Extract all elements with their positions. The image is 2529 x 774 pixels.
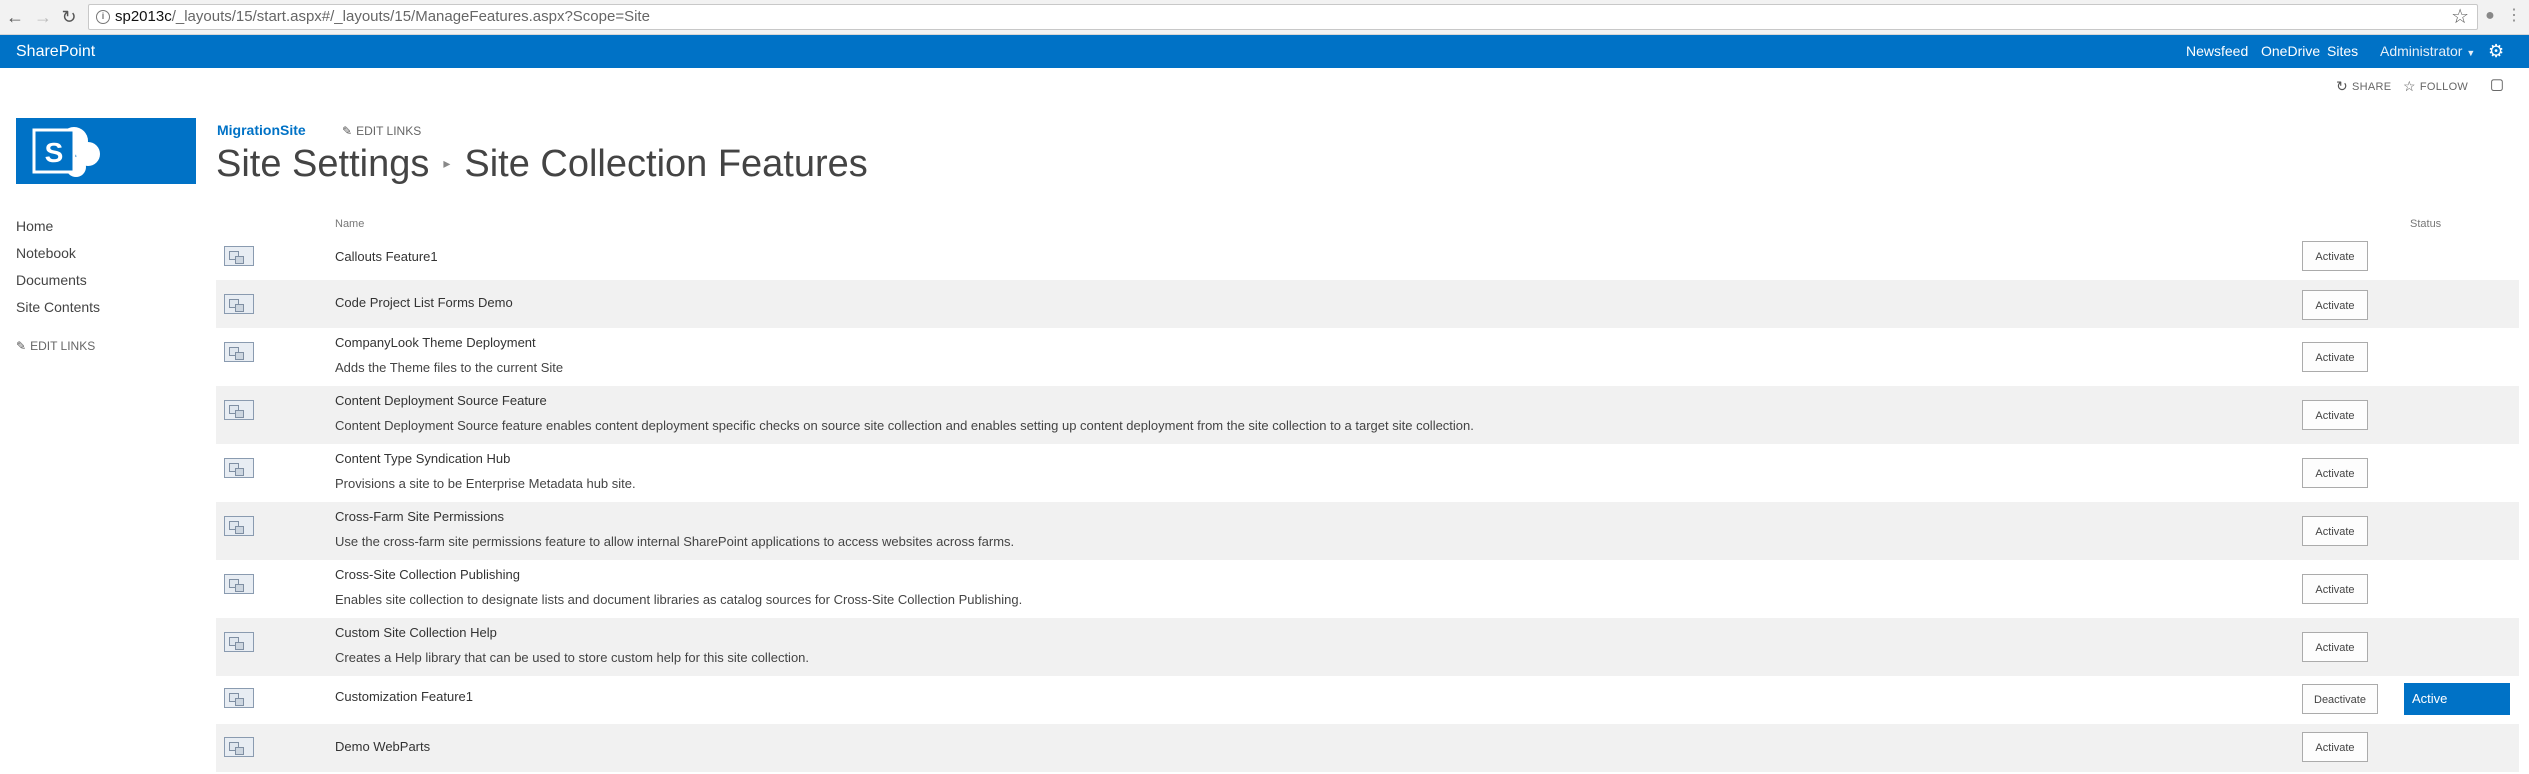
bookmark-star-icon[interactable]: ☆ [2451,4,2469,29]
sharepoint-brand[interactable]: SharePoint [16,35,95,68]
status-badge: Active [2404,683,2510,715]
reload-icon[interactable]: ↻ [58,6,80,28]
deactivate-button[interactable]: Deactivate [2302,684,2378,714]
back-icon[interactable]: ← [4,6,26,28]
star-icon: ☆ [2403,78,2416,94]
suite-bar: SharePoint Newsfeed OneDrive Sites Admin… [0,35,2529,68]
feature-description: Adds the Theme files to the current Site [335,360,564,375]
site-logo[interactable]: S [16,118,196,184]
user-name: Administrator [2380,43,2463,59]
focus-content-icon[interactable]: ▢ [2488,75,2506,93]
newsfeed-link[interactable]: Newsfeed [2186,35,2248,68]
feature-title: Custom Site Collection Help [335,625,497,640]
sharepoint-logo-icon: S [32,127,100,177]
pencil-icon: ✎ [16,339,27,353]
activate-button[interactable]: Activate [2302,574,2368,604]
feature-icon [224,574,254,594]
pencil-icon: ✎ [342,124,353,138]
quick-launch: Home Notebook Documents Site Contents [16,216,100,324]
feature-row: Callouts Feature1 Activate [216,232,2519,280]
browser-toolbar: ← → ↻ i sp2013c/_layouts/15/start.aspx#/… [0,0,2529,35]
info-icon[interactable]: i [96,10,110,24]
activate-button[interactable]: Activate [2302,241,2368,271]
menu-icon[interactable]: ⋮ [2504,6,2524,26]
sites-link[interactable]: Sites [2327,35,2358,68]
address-bar[interactable]: i sp2013c/_layouts/15/start.aspx#/_layou… [88,4,2478,30]
feature-icon [224,400,254,420]
share-action[interactable]: ↻ SHARE [2336,78,2391,95]
forward-icon[interactable]: → [32,6,54,28]
nav-item-notebook[interactable]: Notebook [16,243,100,270]
nav-item-documents[interactable]: Documents [16,270,100,297]
onedrive-link[interactable]: OneDrive [2261,35,2320,68]
edit-links-left[interactable]: ✎ EDIT LINKS [16,339,95,353]
settings-gear-icon[interactable]: ⚙ [2488,35,2504,68]
feature-description: Enables site collection to designate lis… [335,592,1023,607]
title-current: Site Collection Features [464,143,868,185]
feature-row: Content Type Syndication Hub Provisions … [216,444,2519,502]
feature-title: Callouts Feature1 [335,249,438,264]
feature-row: Cross-Site Collection Publishing Enables… [216,560,2519,618]
follow-action[interactable]: ☆ FOLLOW [2403,78,2468,95]
feature-row: CompanyLook Theme Deployment Adds the Th… [216,328,2519,386]
feature-description: Content Deployment Source feature enable… [335,418,1474,433]
feature-icon [224,458,254,478]
feature-description: Provisions a site to be Enterprise Metad… [335,476,636,491]
feature-icon [224,342,254,362]
svg-text:S: S [45,137,64,168]
site-name-link[interactable]: MigrationSite [217,122,306,138]
feature-icon [224,516,254,536]
nav-item-site-contents[interactable]: Site Contents [16,297,100,324]
activate-button[interactable]: Activate [2302,400,2368,430]
feature-row: Demo WebParts Activate [216,724,2519,772]
feature-title: CompanyLook Theme Deployment [335,335,536,350]
feature-title: Cross-Farm Site Permissions [335,509,505,524]
nav-item-home[interactable]: Home [16,216,100,243]
feature-title: Code Project List Forms Demo [335,295,513,310]
feature-icon [224,294,254,314]
feature-title: Content Type Syndication Hub [335,451,511,466]
feature-icon [224,688,254,708]
share-icon: ↻ [2336,78,2349,94]
features-table: Callouts Feature1 Activate Code Project … [216,232,2519,772]
edit-links-label: EDIT LINKS [30,339,96,353]
feature-description: Creates a Help library that can be used … [335,650,810,665]
column-header-status: Status [2410,218,2442,230]
feature-icon [224,737,254,757]
activate-button[interactable]: Activate [2302,632,2368,662]
feature-title: Demo WebParts [335,739,431,754]
activate-button[interactable]: Activate [2302,732,2368,762]
column-header-name: Name [335,218,365,230]
edit-links-top[interactable]: ✎ EDIT LINKS [342,124,421,138]
activate-button[interactable]: Activate [2302,290,2368,320]
feature-row: Content Deployment Source Feature Conten… [216,386,2519,444]
feature-description: Use the cross-farm site permissions feat… [335,534,1015,549]
feature-row: Cross-Farm Site Permissions Use the cros… [216,502,2519,560]
feature-row: Code Project List Forms Demo Activate [216,280,2519,328]
activate-button[interactable]: Activate [2302,342,2368,372]
page-title: Site Settings ▸ Site Collection Features [216,143,868,186]
title-parent-link[interactable]: Site Settings [216,143,429,185]
edit-links-label: EDIT LINKS [356,124,422,138]
follow-label: FOLLOW [2419,81,2469,93]
feature-title: Cross-Site Collection Publishing [335,567,520,582]
share-label: SHARE [2352,81,2392,93]
extension-icon[interactable]: ● [2480,6,2500,26]
chevron-down-icon: ▼ [2466,48,2476,58]
url-host: sp2013c [115,8,172,25]
activate-button[interactable]: Activate [2302,516,2368,546]
breadcrumb-separator-icon: ▸ [443,155,451,171]
feature-title: Customization Feature1 [335,689,474,704]
activate-button[interactable]: Activate [2302,458,2368,488]
user-menu[interactable]: Administrator ▼ [2380,35,2490,68]
feature-row: Customization Feature1 Deactivate Active [216,676,2519,724]
feature-icon [224,632,254,652]
feature-title: Content Deployment Source Feature [335,393,547,408]
feature-row: Custom Site Collection Help Creates a He… [216,618,2519,676]
feature-icon [224,246,254,266]
url-path: /_layouts/15/start.aspx#/_layouts/15/Man… [171,8,650,25]
